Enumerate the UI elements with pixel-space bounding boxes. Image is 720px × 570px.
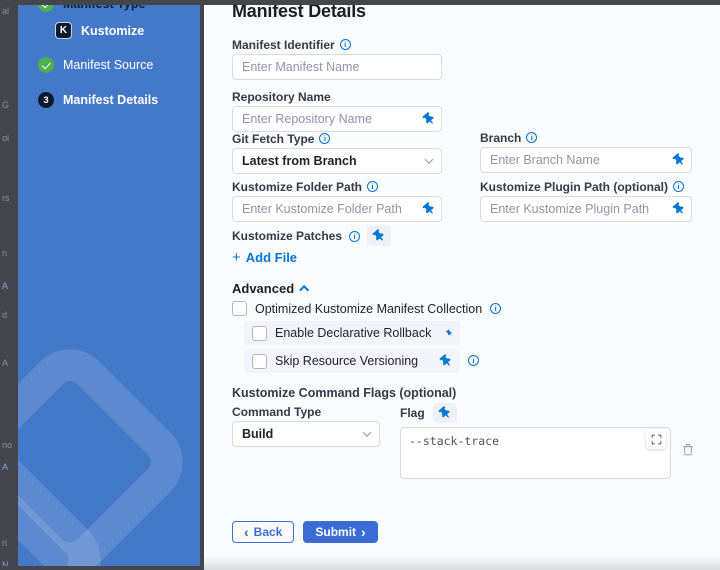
dimmed-page-bottom-strip (0, 566, 204, 570)
info-icon[interactable] (319, 133, 330, 144)
kustomize-folder-path-label: Kustomize Folder Path (232, 180, 362, 194)
chevron-left-icon: ‹ (244, 527, 249, 537)
manifest-identifier-input[interactable] (232, 54, 442, 80)
flag-label: Flag (400, 406, 425, 420)
step-manifest-details[interactable]: 3 Manifest Details (38, 92, 158, 108)
info-icon[interactable] (490, 303, 501, 314)
flag-value-textarea[interactable]: --stack-trace (400, 427, 671, 479)
command-type-select[interactable]: Build (232, 421, 380, 447)
submit-button[interactable]: Submit › (303, 521, 377, 543)
command-type-value: Build (242, 427, 273, 441)
command-type-label: Command Type (232, 405, 321, 419)
kustomize-plugin-path-label: Kustomize Plugin Path (optional) (480, 180, 668, 194)
step-sub-kustomize[interactable]: K Kustomize (55, 22, 144, 39)
kustomize-manifest-wizard-drawer: alGolrsnAdAnoAriN Manifest Type K Kustom… (0, 0, 720, 570)
info-icon[interactable] (367, 181, 378, 192)
backdrop-text-fragment: no (2, 440, 12, 450)
step-label: Manifest Details (63, 93, 158, 107)
optimized-collection-label: Optimized Kustomize Manifest Collection (255, 302, 482, 316)
info-icon[interactable] (340, 39, 351, 50)
info-icon[interactable] (349, 231, 360, 242)
backdrop-text-fragment: A (2, 462, 8, 472)
backdrop-text-fragment: al (2, 6, 9, 16)
add-file-label: Add File (246, 250, 297, 265)
branch-input[interactable] (480, 147, 692, 173)
repository-name-label: Repository Name (232, 90, 331, 104)
kustomize-folder-path-input[interactable] (232, 196, 442, 222)
git-fetch-type-value: Latest from Branch (242, 154, 357, 168)
trash-icon (682, 443, 694, 456)
skip-versioning-checkbox[interactable] (252, 354, 267, 369)
backdrop-text-fragment: rs (2, 193, 10, 203)
info-icon[interactable] (673, 181, 684, 192)
step-label: Kustomize (81, 24, 144, 38)
page-title: Manifest Details (232, 5, 366, 22)
git-fetch-type-label: Git Fetch Type (232, 132, 314, 146)
chevron-down-icon (425, 155, 433, 163)
kustomize-plugin-path-input[interactable] (480, 196, 692, 222)
back-button[interactable]: ‹ Back (232, 521, 294, 543)
runtime-input-pin-icon (371, 228, 388, 245)
step-complete-check-icon (38, 57, 54, 73)
optimized-collection-checkbox[interactable] (232, 301, 247, 316)
runtime-input-pin-button[interactable] (433, 403, 457, 423)
backdrop-text-fragment: d (2, 310, 7, 320)
branch-label: Branch (480, 131, 521, 145)
step-label: Manifest Source (63, 58, 153, 72)
runtime-input-pin-button[interactable] (367, 226, 391, 246)
step-number-badge: 3 (38, 92, 54, 108)
backdrop-text-fragment: ri (2, 538, 7, 548)
add-file-button[interactable]: + Add File (232, 250, 297, 265)
step-complete-check-icon (38, 5, 54, 12)
step-manifest-type[interactable]: Manifest Type (38, 5, 145, 12)
delete-flag-button[interactable] (682, 443, 694, 461)
kustomize-icon: K (55, 22, 72, 39)
advanced-title: Advanced (232, 281, 294, 296)
git-fetch-type-select[interactable]: Latest from Branch (232, 148, 442, 174)
backdrop-text-fragment: ol (2, 133, 9, 143)
backdrop-text-fragment: A (2, 358, 8, 368)
declarative-rollback-checkbox[interactable] (252, 326, 267, 341)
kustomize-patches-label: Kustomize Patches (232, 229, 342, 243)
runtime-input-pin-icon[interactable] (438, 353, 455, 370)
skip-versioning-label: Skip Resource Versioning (275, 354, 418, 368)
runtime-input-pin-icon[interactable] (444, 327, 455, 339)
declarative-rollback-label: Enable Declarative Rollback (275, 326, 431, 340)
back-button-label: Back (254, 525, 283, 539)
runtime-input-pin-icon (436, 405, 453, 422)
step-label: Manifest Type (63, 5, 145, 11)
step-manifest-source[interactable]: Manifest Source (38, 57, 153, 73)
expand-editor-button[interactable] (646, 429, 666, 449)
backdrop-text-fragment: A (2, 281, 8, 291)
plus-icon: + (232, 251, 241, 264)
wizard-stepper-panel: Manifest Type K Kustomize Manifest Sourc… (18, 5, 200, 566)
manifest-details-form: Manifest Details Manifest Identifier Rep… (204, 5, 720, 570)
dimmed-page-backdrop: alGolrsnAdAnoAriN (0, 0, 18, 570)
manifest-identifier-label: Manifest Identifier (232, 38, 335, 52)
expand-icon (651, 434, 662, 445)
info-icon[interactable] (526, 132, 537, 143)
repository-name-input[interactable] (232, 106, 442, 132)
chevron-up-icon (299, 285, 309, 295)
chevron-right-icon: › (361, 527, 366, 537)
chevron-down-icon (363, 428, 371, 436)
backdrop-text-fragment: G (2, 100, 9, 110)
info-icon[interactable] (468, 355, 479, 366)
advanced-section-toggle[interactable]: Advanced (232, 281, 309, 296)
backdrop-text-fragment: n (2, 248, 7, 258)
command-flags-section-label: Kustomize Command Flags (optional) (232, 386, 456, 400)
submit-button-label: Submit (315, 525, 356, 539)
